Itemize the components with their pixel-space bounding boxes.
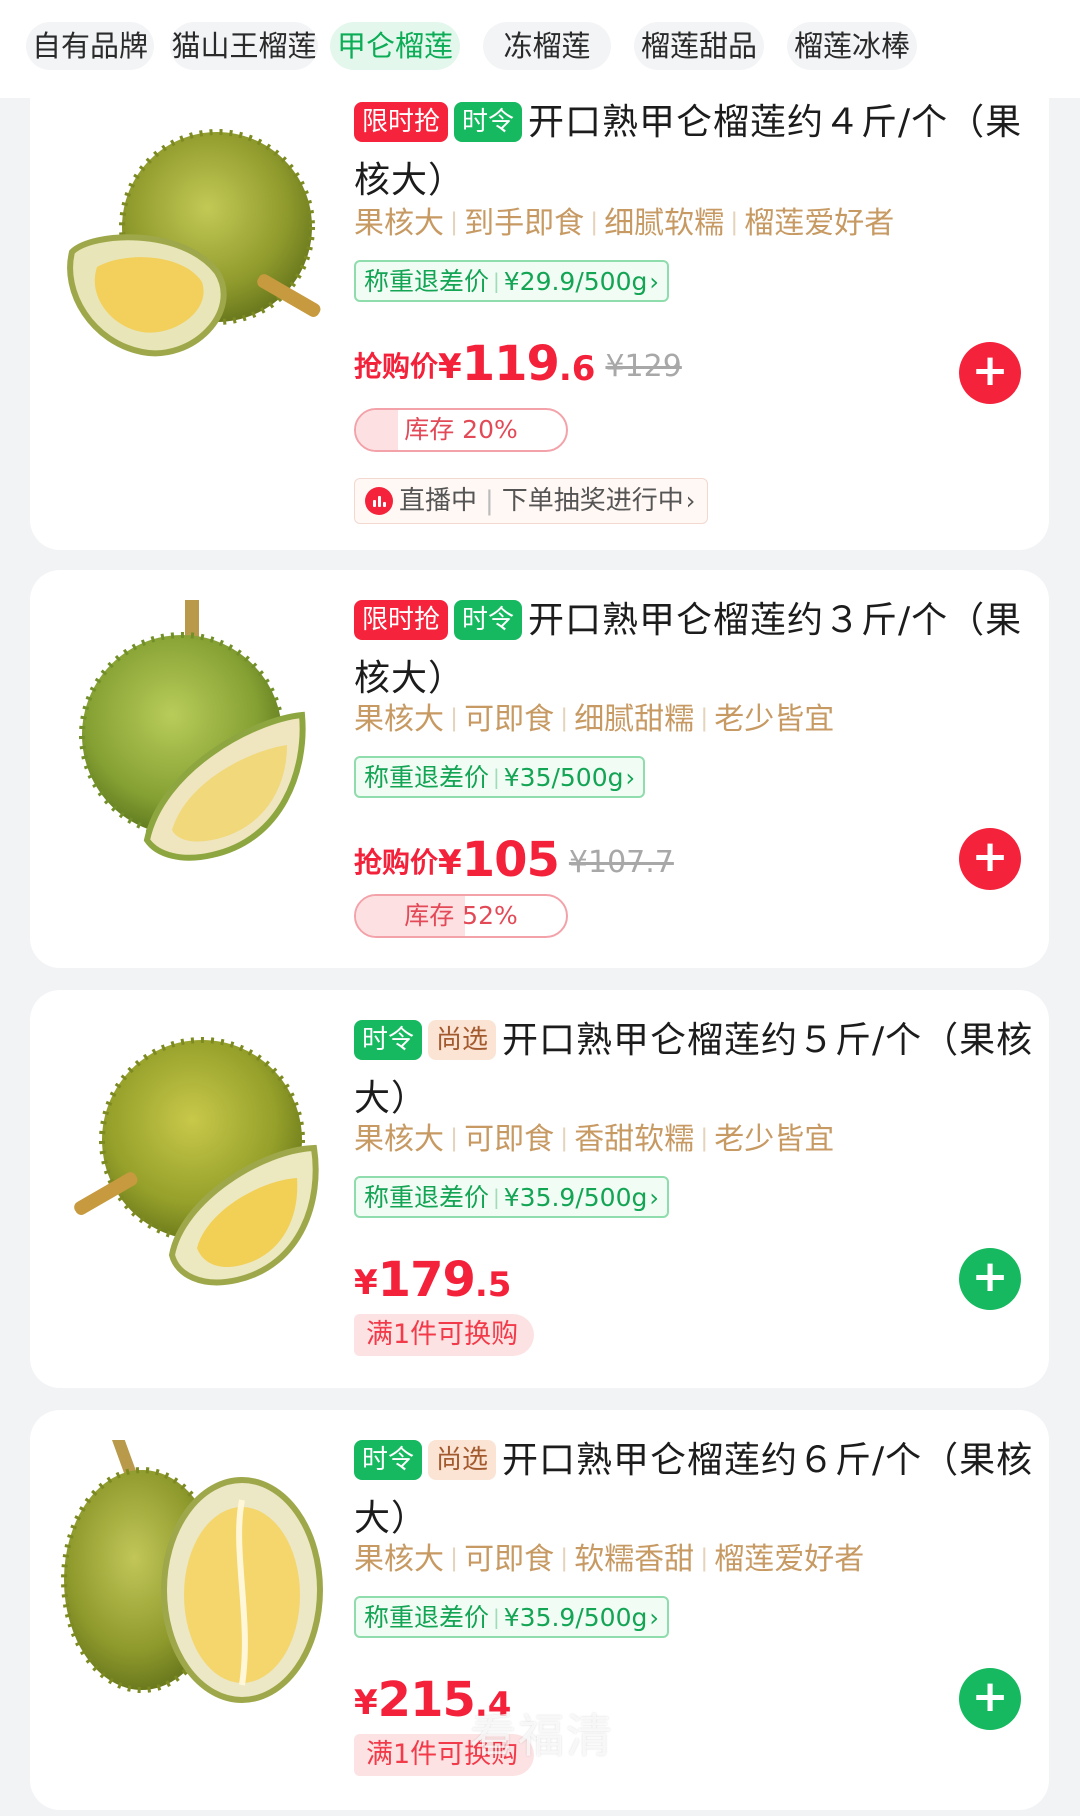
tag: 香甜软糯 (574, 1122, 695, 1157)
price-row: ¥179.5 (354, 1252, 511, 1308)
durian-product-image[interactable] (52, 1030, 332, 1310)
weight-refund-price-tag[interactable]: 称重退差价 | ¥35.9/500g› (354, 1176, 669, 1218)
add-to-cart-button[interactable]: + (959, 342, 1021, 404)
product-title[interactable]: 限时抢 时令 开口熟甲仑榴莲约４斤/个（果核大） (354, 94, 1044, 210)
product-title[interactable]: 时令 尚选 开口熟甲仑榴莲约６斤/个（果核大） (354, 1432, 1044, 1548)
currency-symbol: ¥ (438, 347, 462, 387)
seasonal-badge: 时令 (454, 600, 523, 640)
product-title[interactable]: 限时抢 时令 开口熟甲仑榴莲约３斤/个（果核大） (354, 592, 1044, 708)
durian-product-image[interactable] (52, 122, 332, 402)
tag: 榴莲爱好者 (744, 206, 895, 241)
product-card[interactable]: 限时抢 时令 开口熟甲仑榴莲约３斤/个（果核大） 果核大 | 可即食 | 细腻甜糯 | 老少皆宜… (30, 570, 1049, 968)
tag: 果核大 (354, 1542, 444, 1577)
currency-symbol: ¥ (354, 1263, 378, 1303)
exchange-promo-tag: 满1件可换购 (354, 1314, 535, 1356)
price-integer: 215 (377, 1672, 476, 1728)
stock-text: 库存 20% (404, 415, 518, 444)
tag: 可即食 (464, 1122, 555, 1157)
weight-refund-label: 称重退差价 (364, 267, 490, 296)
price-integer: 179 (377, 1252, 476, 1308)
flash-sale-badge: 限时抢 (354, 600, 449, 640)
original-price: ¥107.7 (568, 845, 674, 880)
seasonal-badge: 时令 (354, 1440, 423, 1480)
tag: 可即食 (464, 1542, 555, 1577)
seasonal-badge: 时令 (454, 102, 523, 142)
tag: 到手即食 (464, 206, 585, 241)
durian-product-image[interactable] (52, 1440, 332, 1720)
live-text: 直播中 (399, 486, 478, 516)
currency-symbol: ¥ (354, 1683, 378, 1723)
tag: 细腻甜糯 (574, 702, 695, 737)
currency-symbol: ¥ (438, 843, 462, 883)
price-integer: 105 (461, 832, 560, 888)
weight-refund-price-tag[interactable]: 称重退差价 | ¥35.9/500g› (354, 1596, 669, 1638)
price-row: 抢购价¥119.6 ¥129 (354, 336, 682, 392)
price-integer: 119 (461, 336, 560, 392)
original-price: ¥129 (605, 349, 682, 384)
stock-progress: 库存 20% (354, 408, 568, 452)
weight-refund-price-tag[interactable]: 称重退差价 | ¥29.9/500g› (354, 260, 669, 302)
live-subtext: 下单抽奖进行中 (501, 486, 684, 516)
unit-price: ¥35.9/500g (503, 1183, 648, 1212)
weight-refund-label: 称重退差价 (364, 1603, 490, 1632)
tag: 可即食 (464, 702, 555, 737)
tab-durian-dessert[interactable]: 榴莲甜品 (634, 22, 764, 70)
tag: 榴莲爱好者 (714, 1542, 865, 1577)
watermark: 看福清 (470, 1709, 614, 1763)
seasonal-badge: 时令 (354, 1020, 423, 1060)
weight-refund-label: 称重退差价 (364, 763, 490, 792)
product-card[interactable]: 限时抢 时令 开口熟甲仑榴莲约４斤/个（果核大） 果核大 | 到手即食 | 细腻软糯 | 榴莲爱… (30, 70, 1049, 550)
unit-price: ¥35/500g (503, 763, 624, 792)
selected-badge: 尚选 (428, 1440, 497, 1480)
chevron-right-icon: › (649, 1604, 659, 1632)
price-label: 抢购价 (354, 350, 439, 383)
tag: 果核大 (354, 206, 444, 241)
unit-price: ¥29.9/500g (503, 267, 648, 296)
weight-refund-label: 称重退差价 (364, 1183, 490, 1212)
live-icon (365, 487, 393, 515)
tag: 细腻软糯 (604, 206, 725, 241)
product-tags: 果核大 | 可即食 | 软糯香甜 | 榴莲爱好者 (354, 1542, 865, 1577)
add-to-cart-button[interactable]: + (959, 1668, 1021, 1730)
tag: 老少皆宜 (714, 1122, 835, 1157)
chevron-right-icon: › (685, 487, 696, 515)
weight-refund-price-tag[interactable]: 称重退差价 | ¥35/500g› (354, 756, 646, 798)
chevron-right-icon: › (649, 268, 659, 296)
price-row: 抢购价¥105 ¥107.7 (354, 832, 674, 888)
price-decimal: .6 (558, 349, 596, 389)
category-tab-bar: 自有品牌 猫山王榴莲 甲仑榴莲 冻榴莲 榴莲甜品 榴莲冰棒 (0, 0, 1080, 98)
product-title[interactable]: 时令 尚选 开口熟甲仑榴莲约５斤/个（果核大） (354, 1012, 1044, 1128)
price-label: 抢购价 (354, 846, 439, 879)
product-tags: 果核大 | 可即食 | 细腻甜糯 | 老少皆宜 (354, 702, 835, 737)
tab-durian-popsicle[interactable]: 榴莲冰棒 (787, 22, 917, 70)
tag: 果核大 (354, 702, 444, 737)
product-tags: 果核大 | 可即食 | 香甜软糯 | 老少皆宜 (354, 1122, 835, 1157)
tag: 软糯香甜 (574, 1542, 695, 1577)
tab-own-brand[interactable]: 自有品牌 (26, 22, 154, 70)
product-tags: 果核大 | 到手即食 | 细腻软糯 | 榴莲爱好者 (354, 206, 895, 241)
price-decimal: .5 (474, 1265, 512, 1305)
live-stream-banner[interactable]: 直播中 | 下单抽奖进行中› (354, 478, 709, 524)
product-card[interactable]: 时令 尚选 开口熟甲仑榴莲约５斤/个（果核大） 果核大 | 可即食 | 香甜软糯 | 老少皆宜 … (30, 990, 1049, 1388)
selected-badge: 尚选 (428, 1020, 497, 1060)
unit-price: ¥35.9/500g (503, 1603, 648, 1632)
stock-progress: 库存 52% (354, 894, 568, 938)
tag: 果核大 (354, 1122, 444, 1157)
stock-fill (356, 410, 398, 450)
add-to-cart-button[interactable]: + (959, 828, 1021, 890)
flash-sale-badge: 限时抢 (354, 102, 449, 142)
chevron-right-icon: › (649, 1184, 659, 1212)
tab-musang-king[interactable]: 猫山王榴莲 (170, 22, 318, 70)
stock-text: 库存 52% (404, 901, 518, 930)
durian-product-image[interactable] (52, 600, 332, 880)
add-to-cart-button[interactable]: + (959, 1248, 1021, 1310)
tab-jialun-durian[interactable]: 甲仑榴莲 (330, 22, 460, 70)
tag: 老少皆宜 (714, 702, 835, 737)
tab-frozen-durian[interactable]: 冻榴莲 (483, 22, 611, 70)
chevron-right-icon: › (625, 764, 636, 792)
